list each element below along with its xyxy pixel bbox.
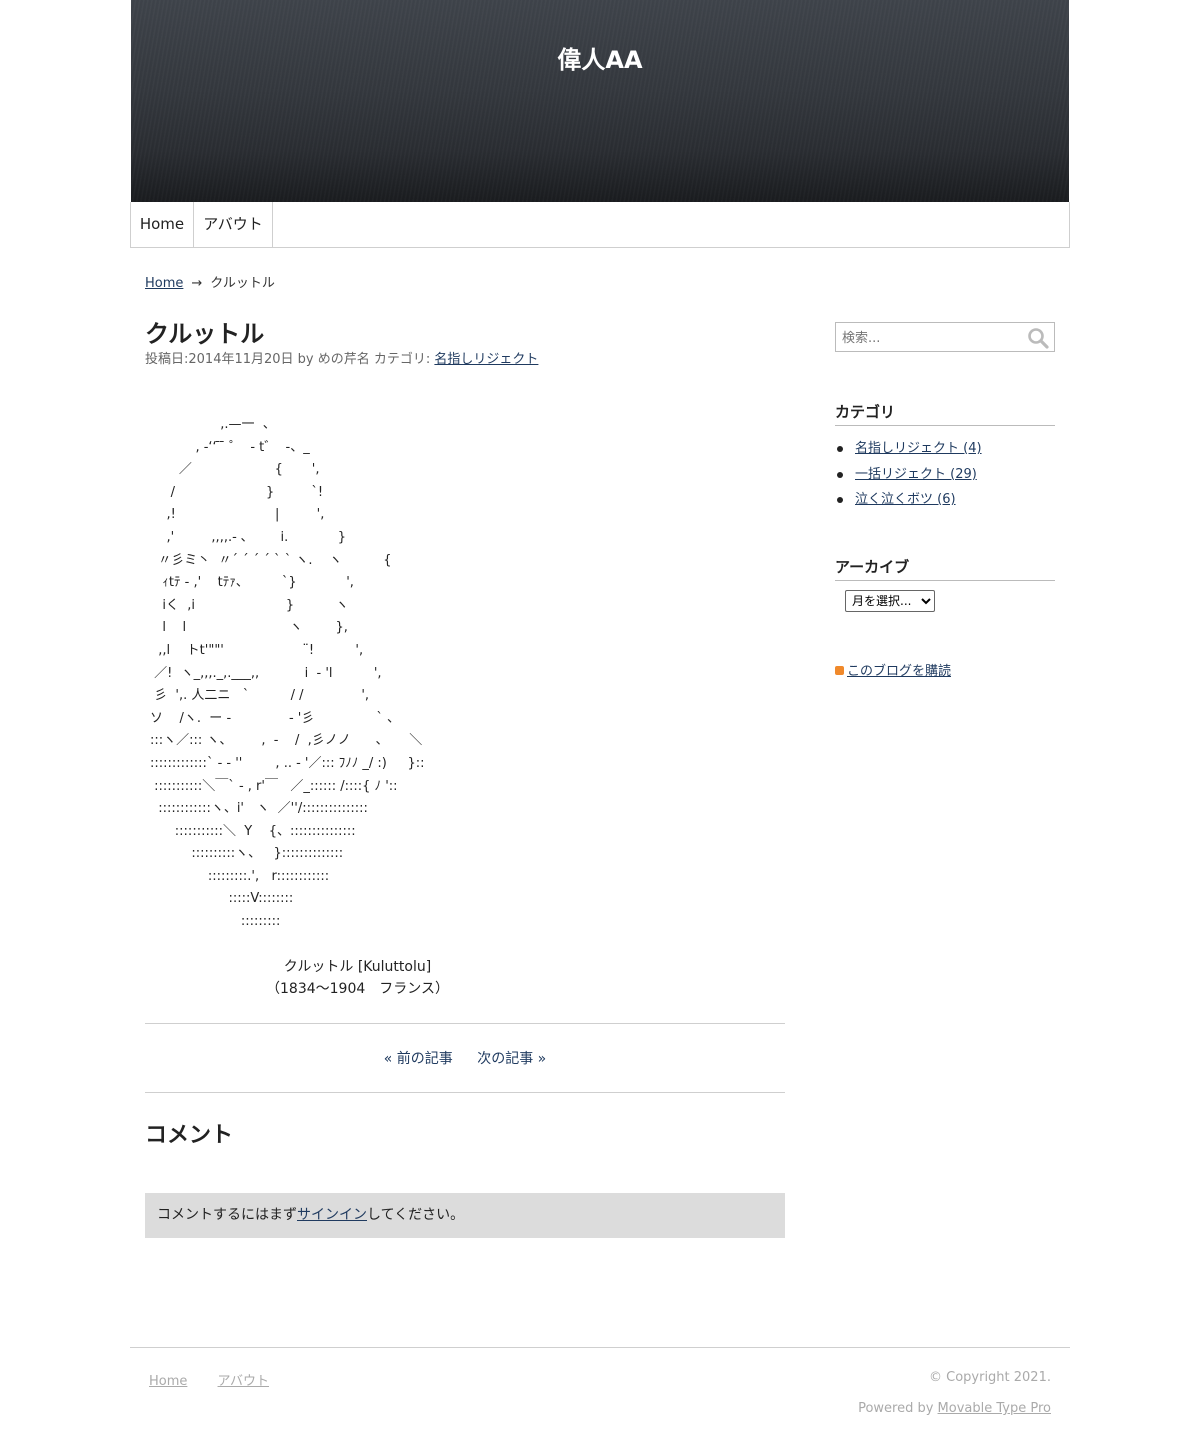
nav-about[interactable]: アバウト <box>194 202 273 247</box>
categories-widget-title: カテゴリ <box>835 401 1055 426</box>
powered-by-text: Powered by <box>858 1401 938 1416</box>
signin-text-before: コメントするにはまず <box>157 1207 297 1223</box>
footer-nav: Home アバウト <box>149 1370 295 1389</box>
nav-home[interactable]: Home <box>131 202 194 247</box>
main-nav: Home アバウト <box>130 202 1070 248</box>
list-item: 一括リジェクト (29) <box>835 462 982 488</box>
copyright: © Copyright 2021. <box>928 1370 1051 1385</box>
post-caption: クルットル [Kuluttolu] （1834～1904 フランス） <box>145 956 570 1000</box>
category-link-named-reject[interactable]: 名指しリジェクト (4) <box>855 441 982 456</box>
post-meta: 投稿日:2014年11月20日 by めの芹名 カテゴリ: 名指しリジェクト <box>145 348 538 367</box>
post-meta-text: 投稿日:2014年11月20日 by めの芹名 カテゴリ: <box>145 352 435 367</box>
ascii-art: ,.—一 、 , -‘‘ ̄ ̄ ゜ - t゛ -、_ ／ { ', / } `… <box>150 417 425 930</box>
signin-text-after: してください。 <box>367 1207 465 1223</box>
breadcrumb: Home → クルットル <box>145 272 275 291</box>
list-item: 泣く泣くボツ (6) <box>835 487 982 513</box>
footer-home-link[interactable]: Home <box>149 1374 187 1389</box>
post-title: クルットル <box>145 320 265 348</box>
next-post-link[interactable]: 次の記事 » <box>477 1051 546 1067</box>
signin-notice: コメントするにはまずサインインしてください。 <box>145 1193 785 1238</box>
caption-name: クルットル [Kuluttolu] <box>283 959 432 975</box>
comments-title: コメント <box>145 1123 234 1148</box>
breadcrumb-arrow: → <box>191 276 203 291</box>
category-list: 名指しリジェクト (4) 一括リジェクト (29) 泣く泣くボツ (6) <box>835 436 982 513</box>
footer-divider <box>130 1347 1070 1348</box>
divider <box>145 1092 785 1093</box>
movable-type-link[interactable]: Movable Type Pro <box>938 1401 1051 1416</box>
archive-month-select[interactable]: 月を選択... <box>845 590 935 612</box>
post-pager: « 前の記事 次の記事 » <box>145 1048 785 1068</box>
feed-subscribe: このブログを購読 <box>835 660 951 679</box>
category-link-bulk-reject[interactable]: 一括リジェクト (29) <box>855 467 977 482</box>
search-icon[interactable] <box>1026 326 1050 350</box>
divider <box>145 1023 785 1024</box>
search-input[interactable] <box>842 328 1022 348</box>
site-title[interactable]: 偉人AA <box>131 40 1069 75</box>
breadcrumb-current: クルットル <box>210 276 275 291</box>
breadcrumb-home[interactable]: Home <box>145 276 183 291</box>
list-item: 名指しリジェクト (4) <box>835 436 982 462</box>
footer-about-link[interactable]: アバウト <box>218 1374 269 1389</box>
rss-icon <box>835 666 844 675</box>
archive-widget-title: アーカイブ <box>835 556 1055 581</box>
signin-link[interactable]: サインイン <box>297 1207 367 1223</box>
feed-link[interactable]: このブログを購読 <box>847 664 951 679</box>
post-category-link[interactable]: 名指しリジェクト <box>434 352 538 367</box>
prev-post-link[interactable]: « 前の記事 <box>384 1051 453 1067</box>
caption-years: （1834～1904 フランス） <box>266 981 449 997</box>
site-header: 偉人AA <box>131 0 1069 202</box>
powered-by: Powered by Movable Type Pro <box>858 1401 1051 1416</box>
category-link-reluctant-drop[interactable]: 泣く泣くボツ (6) <box>855 492 956 507</box>
search-box <box>835 322 1055 352</box>
